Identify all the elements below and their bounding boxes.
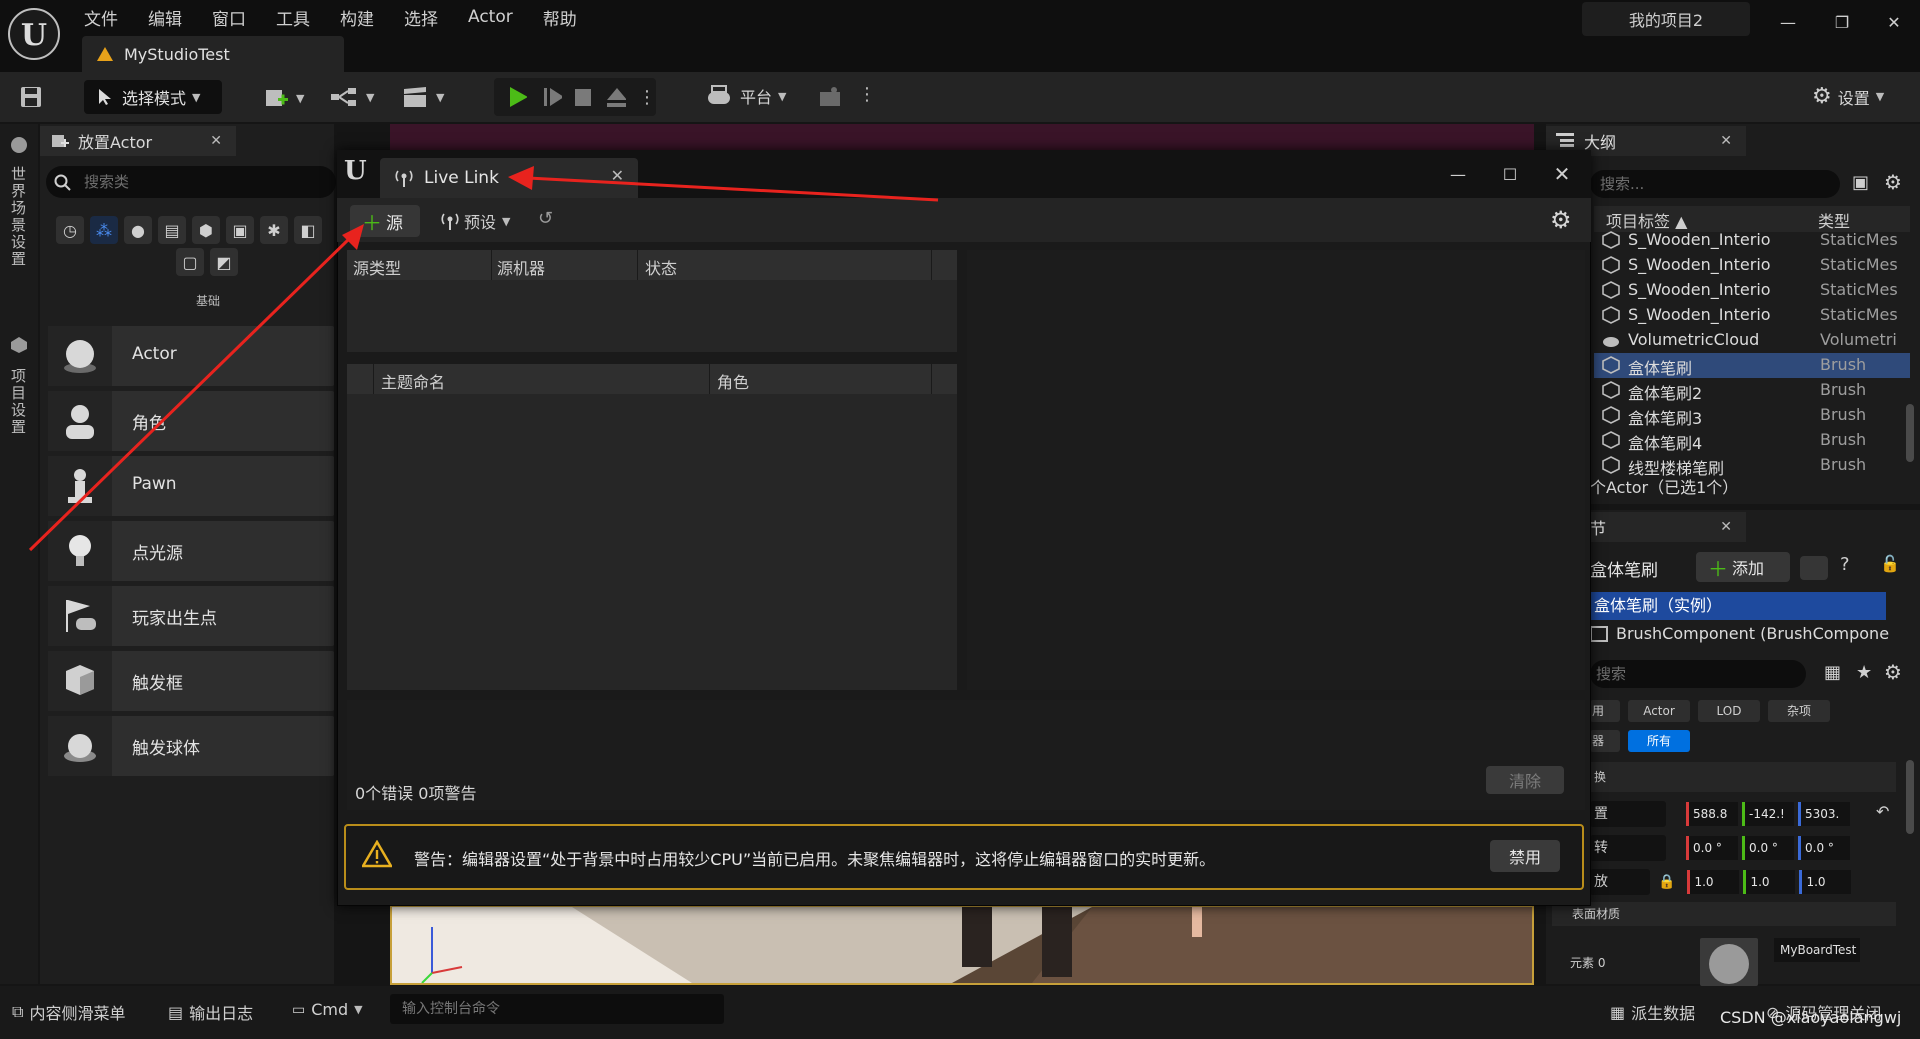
arrowhead-add-source	[342, 224, 364, 250]
arrowhead-live-link	[508, 166, 534, 190]
arrow-to-live-link-tab	[527, 176, 939, 202]
annotation-arrows	[28, 166, 939, 552]
arrow-to-add-source	[28, 236, 352, 552]
